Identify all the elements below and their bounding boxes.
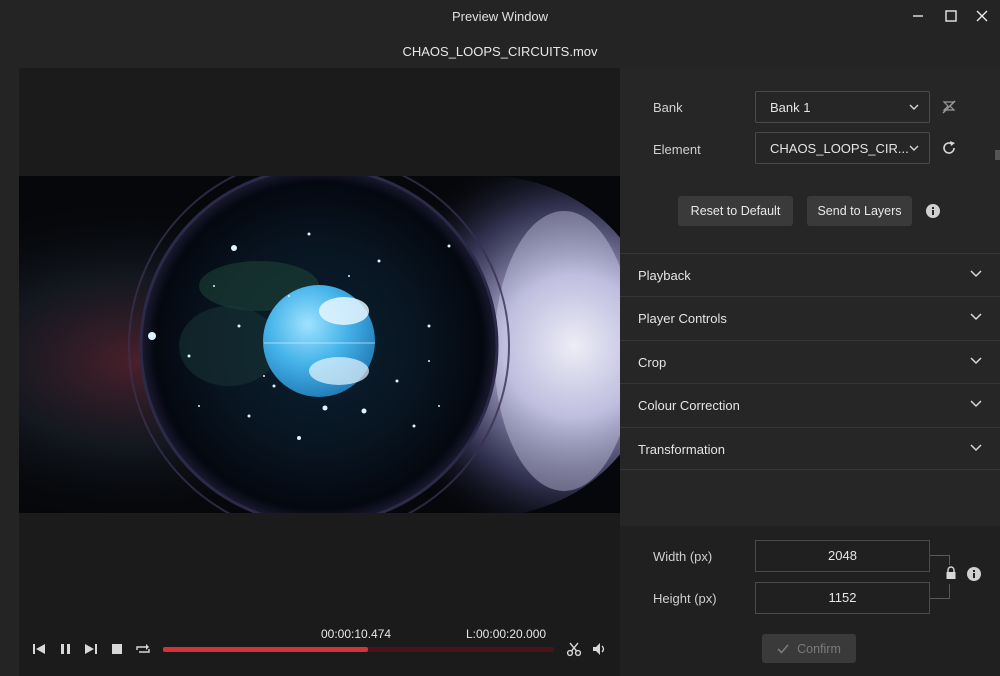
progress-fill [163, 647, 368, 652]
aspect-link-bottom [930, 584, 950, 599]
section-transformation-label: Transformation [638, 442, 725, 457]
width-label: Width (px) [653, 549, 713, 564]
pause-button[interactable] [55, 639, 75, 659]
transport-bar: 00:00:10.474 L:00:00:20.000 [19, 623, 620, 676]
volume-button[interactable] [590, 639, 610, 659]
dimensions-area: Width (px) 2048 Height (px) 1152 Confirm [620, 526, 1000, 676]
aspect-lock-button[interactable] [941, 565, 961, 581]
video-frame[interactable] [19, 176, 620, 513]
current-time: 00:00:10.474 [321, 627, 392, 641]
maximize-button[interactable] [939, 6, 963, 26]
video-preview-area [19, 68, 620, 623]
section-transformation[interactable]: Transformation [620, 427, 1000, 470]
file-bar: CHAOS_LOOPS_CIRCUITS.mov [0, 34, 1000, 68]
height-input[interactable]: 1152 [755, 582, 930, 614]
title-bar: Preview Window [0, 0, 1000, 34]
width-input[interactable]: 2048 [755, 540, 930, 572]
chevron-down-icon [909, 104, 919, 110]
section-crop-label: Crop [638, 355, 667, 370]
bank-select[interactable]: Bank 1 [755, 91, 930, 123]
stop-button[interactable] [107, 639, 127, 659]
section-colour-correction-label: Colour Correction [638, 398, 740, 413]
dimensions-info-button[interactable] [964, 564, 984, 584]
lock-icon [946, 566, 956, 579]
section-playback-label: Playback [638, 268, 691, 283]
section-crop[interactable]: Crop [620, 340, 1000, 383]
send-to-layers-button[interactable]: Send to Layers [807, 196, 912, 226]
bank-select-value: Bank 1 [770, 100, 811, 115]
element-select-value: CHAOS_LOOPS_CIR... [770, 141, 909, 156]
chevron-down-icon [970, 400, 982, 408]
chevron-down-icon [970, 444, 982, 452]
cut-button[interactable] [564, 639, 584, 659]
stop-icon [112, 644, 122, 654]
minimize-button[interactable] [906, 6, 930, 26]
resize-grip[interactable] [995, 150, 1000, 160]
reset-to-default-button[interactable]: Reset to Default [678, 196, 793, 226]
loop-button[interactable] [133, 639, 153, 659]
file-name: CHAOS_LOOPS_CIRCUITS.mov [402, 44, 598, 59]
left-strip [0, 68, 19, 676]
skip-back-button[interactable] [29, 639, 49, 659]
chevron-down-icon [970, 270, 982, 278]
section-colour-correction[interactable]: Colour Correction [620, 383, 1000, 426]
skip-back-icon [33, 644, 45, 654]
element-label: Element [653, 142, 701, 157]
confirm-label: Confirm [797, 641, 841, 656]
refresh-element-button[interactable] [939, 138, 959, 158]
info-icon [967, 567, 981, 581]
window-title: Preview Window [451, 9, 549, 24]
unlink-icon [942, 100, 956, 114]
close-icon [976, 10, 988, 22]
close-button[interactable] [970, 6, 994, 26]
check-icon [777, 643, 789, 654]
info-button[interactable] [923, 201, 943, 221]
volume-icon [593, 643, 605, 655]
info-icon [926, 204, 940, 218]
scissors-icon [566, 642, 582, 657]
maximize-icon [945, 10, 957, 22]
length-time: L:00:00:20.000 [466, 627, 547, 641]
progress-bar[interactable] [163, 647, 554, 652]
section-player-controls[interactable]: Player Controls [620, 296, 1000, 339]
minimize-icon [913, 15, 923, 17]
element-select[interactable]: CHAOS_LOOPS_CIR... [755, 132, 930, 164]
refresh-icon [943, 141, 955, 154]
section-player-controls-label: Player Controls [638, 311, 727, 326]
video-image [19, 176, 620, 513]
unlink-bank-button[interactable] [939, 97, 959, 117]
confirm-button[interactable]: Confirm [762, 634, 856, 663]
skip-forward-icon [85, 644, 97, 654]
height-label: Height (px) [653, 591, 717, 606]
section-playback[interactable]: Playback [620, 253, 1000, 296]
chevron-down-icon [909, 145, 919, 151]
skip-forward-button[interactable] [81, 639, 101, 659]
pause-icon [61, 644, 70, 654]
chevron-down-icon [970, 357, 982, 365]
bank-label: Bank [653, 100, 683, 115]
chevron-down-icon [970, 313, 982, 321]
properties-panel: Bank Bank 1 Element CHAOS_LOOPS_CIR... R… [620, 68, 1000, 676]
loop-icon [136, 644, 150, 653]
